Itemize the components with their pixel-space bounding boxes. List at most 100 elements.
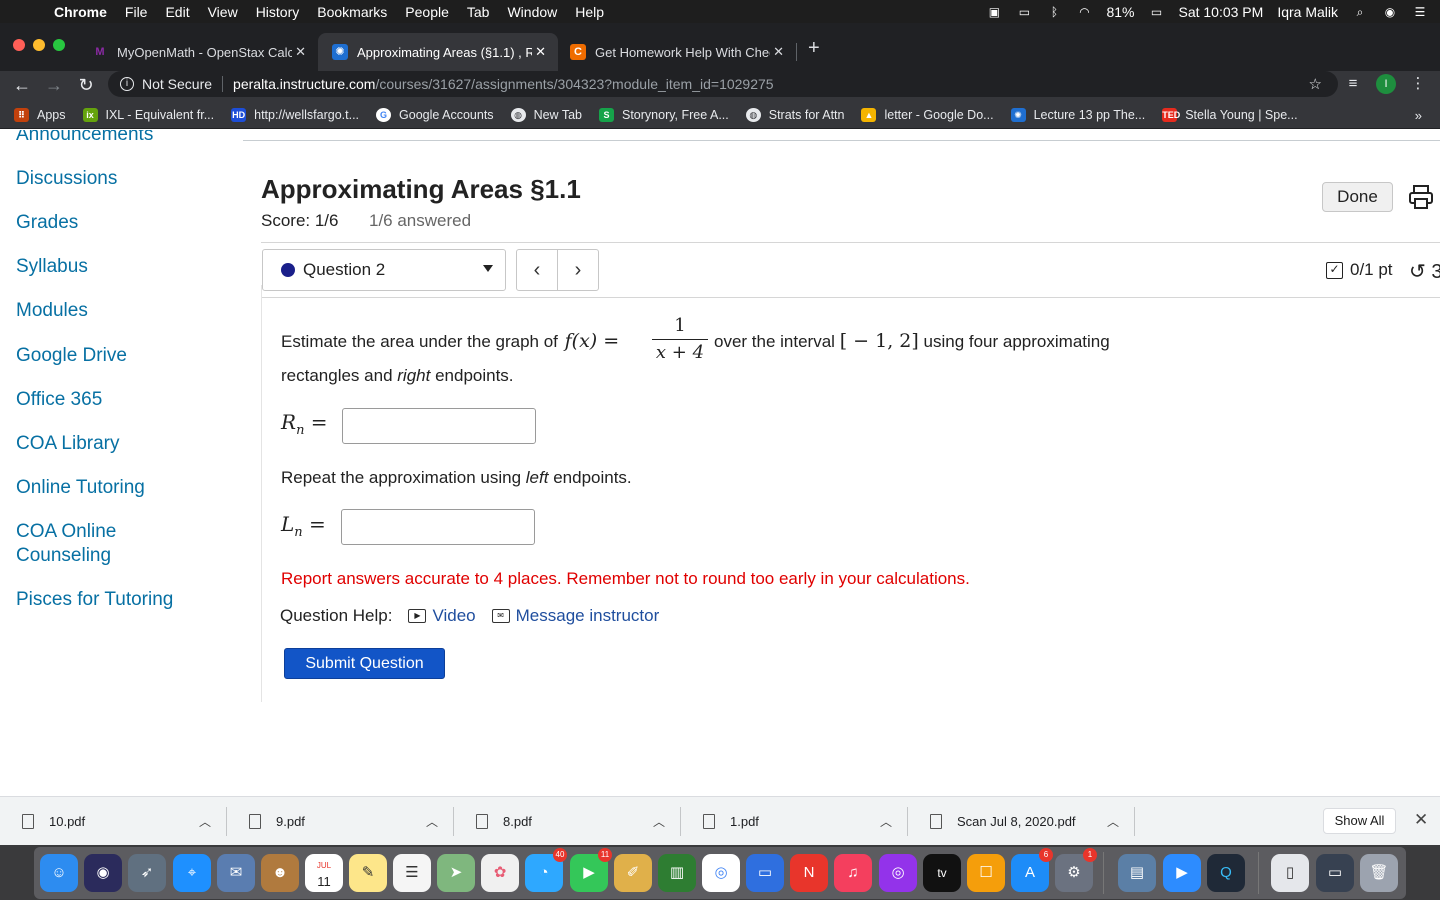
tab-myopenmath[interactable]: M MyOpenMath - OpenStax Calc ✕ xyxy=(78,33,319,71)
menu-tab[interactable]: Tab xyxy=(467,4,490,20)
battery-icon[interactable]: ▭ xyxy=(1148,5,1164,19)
sidebar-item-coa-online-counseling[interactable]: COA Online Counseling xyxy=(16,520,156,568)
books-icon[interactable]: ☐ xyxy=(967,854,1005,892)
bookmark-google-accounts[interactable]: G Google Accounts xyxy=(376,107,494,122)
info-icon[interactable]: i xyxy=(120,77,134,91)
envelope-icon[interactable]: ✉ xyxy=(491,609,510,623)
video-icon[interactable]: ▶ xyxy=(408,609,427,623)
chevron-up-icon[interactable]: ︿ xyxy=(653,813,665,830)
submit-question-button[interactable]: Submit Question xyxy=(284,648,445,679)
music-icon[interactable]: ♫ xyxy=(834,854,872,892)
zoom-icon[interactable]: ▶ xyxy=(1163,854,1201,892)
menu-bookmarks[interactable]: Bookmarks xyxy=(317,4,387,20)
sidebar-item-announcements[interactable]: Announcements xyxy=(16,130,153,147)
safari-icon[interactable]: ⌖ xyxy=(173,854,211,892)
close-icon[interactable]: ✕ xyxy=(773,44,784,60)
system-preferences-icon[interactable]: ⚙ 1 xyxy=(1055,848,1097,892)
bookmark-new-tab[interactable]: ◍ New Tab xyxy=(510,107,582,122)
reload-icon[interactable]: ↻ xyxy=(75,74,97,96)
menu-window[interactable]: Window xyxy=(507,4,557,20)
sidebar-item-coa-library[interactable]: COA Library xyxy=(16,432,119,456)
photos-icon[interactable]: ✿ xyxy=(481,854,519,892)
menu-view[interactable]: View xyxy=(208,4,238,20)
download-item[interactable]: Scan Jul 8, 2020.pdf ︿ xyxy=(908,797,1135,846)
bookmark-storynory[interactable]: S Storynory, Free A... xyxy=(598,107,729,122)
reminders-icon[interactable]: ☰ xyxy=(393,854,431,892)
chevron-up-icon[interactable]: ︿ xyxy=(199,813,211,830)
bookmark-apps[interactable]: ⠿ Apps xyxy=(14,107,66,122)
done-button[interactable]: Done xyxy=(1322,182,1393,212)
quicktime-icon[interactable]: Q xyxy=(1207,854,1245,892)
notification-center-icon[interactable]: ☰ xyxy=(1412,5,1428,19)
menu-app-name[interactable]: Chrome xyxy=(54,4,107,20)
sidebar-item-grades[interactable]: Grades xyxy=(16,211,78,235)
next-question-button[interactable]: › xyxy=(557,249,599,291)
menu-help[interactable]: Help xyxy=(575,4,604,20)
mail-icon[interactable]: ✉ xyxy=(217,854,255,892)
bookmark-letter[interactable]: ▲ letter - Google Do... xyxy=(861,107,994,122)
pages-icon[interactable]: ✐ xyxy=(614,854,652,892)
menu-people[interactable]: People xyxy=(405,4,449,20)
question-selector[interactable]: Question 2 xyxy=(262,249,506,291)
menu-clock[interactable]: Sat 10:03 PM xyxy=(1178,4,1263,20)
download-item[interactable]: 8.pdf ︿ xyxy=(454,797,681,846)
menu-user[interactable]: Iqra Malik xyxy=(1277,4,1338,20)
bookmark-lecture[interactable]: ✺ Lecture 13 pp The... xyxy=(1010,107,1145,122)
show-all-downloads-button[interactable]: Show All xyxy=(1323,808,1396,834)
app-store-icon[interactable]: A6 xyxy=(1011,848,1053,892)
kebab-menu-icon[interactable]: ⋮ xyxy=(1410,73,1426,95)
print-icon[interactable] xyxy=(1408,184,1434,210)
contacts-icon[interactable]: ☻ xyxy=(261,854,299,892)
wifi-icon[interactable]: ◠ xyxy=(1076,5,1092,19)
launchpad-icon[interactable]: ➶ xyxy=(128,854,166,892)
download-item[interactable]: 1.pdf ︿ xyxy=(681,797,908,846)
spotlight-search-icon[interactable]: ⌕ xyxy=(1352,5,1368,19)
video-link[interactable]: Video xyxy=(432,606,475,626)
forward-arrow-icon[interactable]: → xyxy=(43,74,65,96)
bookmark-strats[interactable]: ◍ Strats for Attn xyxy=(745,107,844,122)
window-close-button[interactable] xyxy=(13,39,25,51)
security-indicator[interactable]: Not Secure xyxy=(142,76,212,92)
rn-answer-input[interactable] xyxy=(342,408,536,444)
battery-percent[interactable]: 81% xyxy=(1106,4,1134,20)
maps-icon[interactable]: ➤ xyxy=(437,854,475,892)
podcasts-icon[interactable]: ◎ xyxy=(879,854,917,892)
chrome-icon[interactable]: ◎ xyxy=(702,854,740,892)
previous-question-button[interactable]: ‹ xyxy=(516,249,558,291)
bookmark-wellsfargo[interactable]: HD http://wellsfargo.t... xyxy=(231,107,359,122)
screenshot-icon[interactable]: ▭ xyxy=(1316,854,1354,892)
menu-edit[interactable]: Edit xyxy=(165,4,189,20)
chevron-up-icon[interactable]: ︿ xyxy=(1107,813,1119,830)
ln-answer-input[interactable] xyxy=(341,509,535,545)
bookmark-ixl[interactable]: ix IXL - Equivalent fr... xyxy=(82,107,214,122)
preview-icon[interactable]: ▤ xyxy=(1118,854,1156,892)
notes-icon[interactable]: ✎ xyxy=(349,854,387,892)
bookmark-star-icon[interactable]: ☆ xyxy=(1309,75,1322,93)
siri-icon[interactable]: ◉ xyxy=(1382,5,1398,19)
airplay-icon[interactable]: ▭ xyxy=(1016,5,1032,19)
sidebar-item-syllabus[interactable]: Syllabus xyxy=(16,255,88,279)
sidebar-item-modules[interactable]: Modules xyxy=(16,299,88,323)
finder-icon[interactable]: ☺ xyxy=(40,854,78,892)
download-item[interactable]: 10.pdf ︿ xyxy=(0,797,227,846)
close-icon[interactable]: ✕ xyxy=(535,44,546,60)
new-tab-plus-icon[interactable]: + xyxy=(808,37,820,60)
bluetooth-icon[interactable]: ᛒ xyxy=(1046,5,1062,19)
message-instructor-link[interactable]: Message instructor xyxy=(516,606,660,626)
window-zoom-button[interactable] xyxy=(53,39,65,51)
back-arrow-icon[interactable]: ← xyxy=(11,74,33,96)
address-bar[interactable]: i Not Secure peralta.instructure.com /co… xyxy=(108,71,1338,97)
window-minimize-button[interactable] xyxy=(33,39,45,51)
sidebar-item-discussions[interactable]: Discussions xyxy=(16,167,117,191)
apple-tv-icon[interactable]: tv xyxy=(923,854,961,892)
trash-icon[interactable]: 🗑 xyxy=(1360,854,1398,892)
bookmarks-overflow-icon[interactable]: » xyxy=(1415,108,1422,123)
document-icon[interactable]: ▯ xyxy=(1271,854,1309,892)
sidebar-item-google-drive[interactable]: Google Drive xyxy=(16,344,127,368)
numbers-icon[interactable]: ▥ xyxy=(658,854,696,892)
media-control-icon[interactable]: ≡ xyxy=(1343,73,1363,95)
chevron-up-icon[interactable]: ︿ xyxy=(426,813,438,830)
zoom-status-icon[interactable]: ▣ xyxy=(986,5,1002,19)
profile-avatar[interactable]: I xyxy=(1376,74,1396,94)
tab-chegg[interactable]: C Get Homework Help With Cheg ✕ xyxy=(556,33,797,71)
